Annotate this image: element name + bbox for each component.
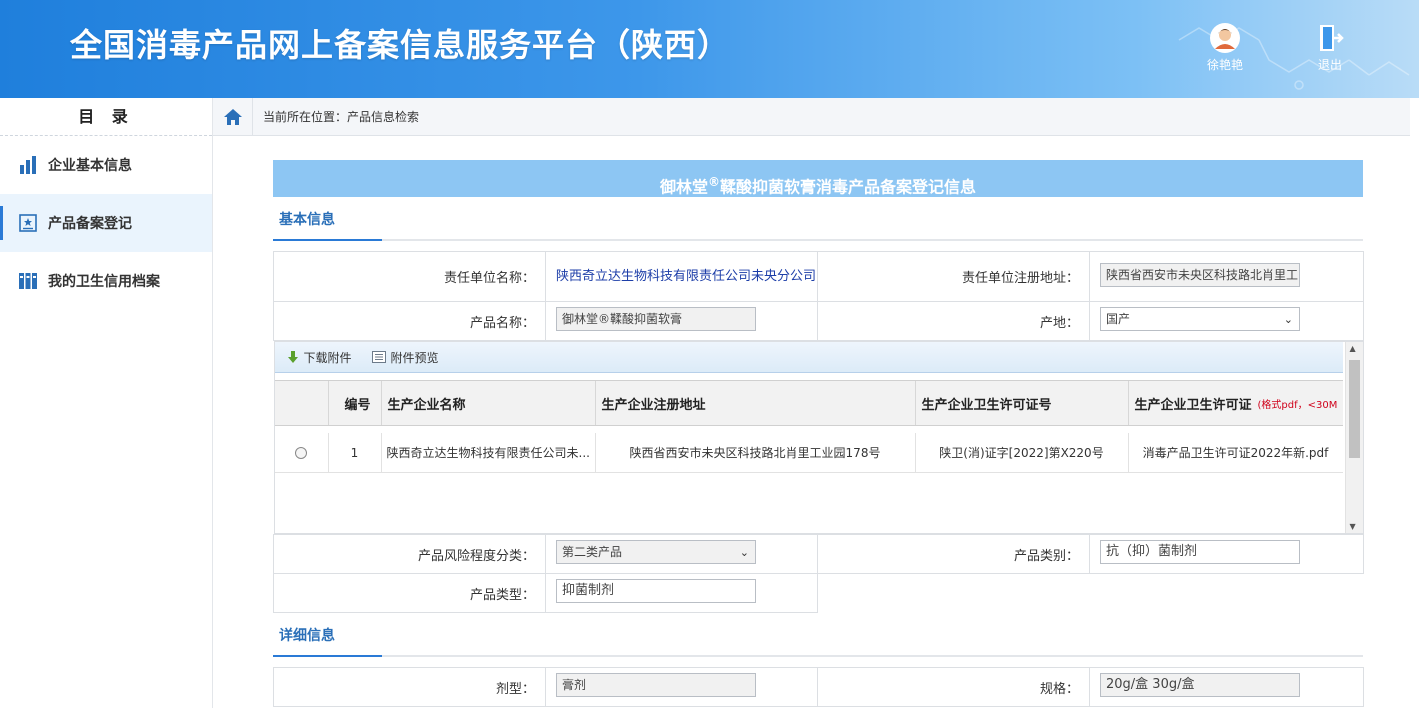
grid-header-no: 编号 bbox=[329, 381, 382, 425]
registered-mark: ® bbox=[708, 175, 720, 189]
category-cell: 抗（抑）菌制剂 bbox=[1089, 534, 1364, 574]
section-detail-info: 详细信息 bbox=[273, 613, 1363, 657]
origin-label: 产地： bbox=[817, 301, 1090, 341]
form-title-prefix: 御林堂 bbox=[659, 177, 708, 197]
chevron-down-icon: ⌄ bbox=[739, 546, 749, 559]
spec-label: 规格： bbox=[817, 667, 1090, 707]
risk-label: 产品风险程度分类： bbox=[273, 534, 546, 574]
home-icon bbox=[223, 108, 242, 125]
sidebar-item-product-registration[interactable]: 产品备案登记 bbox=[0, 194, 212, 252]
resp-addr-cell: 陕西省西安市未央区科技路北肖里工 bbox=[1089, 251, 1364, 302]
sidebar-title: 目 录 bbox=[0, 98, 212, 136]
row-no: 1 bbox=[329, 433, 382, 472]
resp-unit-label: 责任单位名称： bbox=[273, 251, 546, 302]
main-content: 御林堂®鞣酸抑菌软膏消毒产品备案登记信息 基本信息 责任单位名称： 陕西奇立达生… bbox=[273, 160, 1364, 707]
form-title-suffix: 鞣酸抑菌软膏消毒产品备案登记信息 bbox=[720, 177, 977, 197]
grid-container-cell: 下载附件 附件预览 编号 生产企业名称 生产企业注册地址 生产企业卫生许可证号 … bbox=[273, 341, 1364, 535]
product-name-cell: 御林堂®鞣酸抑菌软膏 bbox=[545, 301, 818, 341]
section-basic-info: 基本信息 bbox=[273, 197, 1363, 241]
row-license-file[interactable]: 消毒产品卫生许可证2022年新.pdf bbox=[1129, 433, 1343, 472]
sidebar-item-label: 产品备案登记 bbox=[48, 216, 132, 232]
download-attachment-button[interactable]: 下载附件 bbox=[287, 349, 352, 366]
scroll-down-icon[interactable]: ▼ bbox=[1350, 522, 1356, 531]
home-button[interactable] bbox=[213, 97, 253, 136]
resp-addr-field[interactable]: 陕西省西安市未央区科技路北肖里工 bbox=[1100, 262, 1300, 287]
spec-field[interactable]: 20g/盒 30g/盒 bbox=[1100, 673, 1300, 697]
sidebar-item-label: 企业基本信息 bbox=[48, 158, 132, 174]
building-chart-icon bbox=[20, 156, 36, 174]
empty-cell bbox=[817, 573, 1364, 613]
manufacturer-grid: 下载附件 附件预览 编号 生产企业名称 生产企业注册地址 生产企业卫生许可证号 … bbox=[273, 341, 1364, 534]
type-cell: 抑菌制剂 bbox=[545, 573, 818, 613]
resp-unit-value: 陕西奇立达生物科技有限责任公司未央分公司 bbox=[556, 268, 817, 284]
origin-select-value: 国产 bbox=[1106, 312, 1131, 326]
grid-header-name: 生产企业名称 bbox=[382, 381, 596, 425]
user-name: 徐艳艳 bbox=[1206, 58, 1243, 72]
row-radio[interactable] bbox=[295, 446, 307, 459]
type-field[interactable]: 抑菌制剂 bbox=[556, 579, 756, 603]
preview-label: 附件预览 bbox=[390, 350, 439, 365]
app-title: 全国消毒产品网上备案信息服务平台（陕西） bbox=[70, 26, 731, 64]
risk-cell: 第二类产品 ⌄ bbox=[545, 534, 818, 574]
origin-select[interactable]: 国产 ⌄ bbox=[1100, 307, 1300, 331]
row-license-no: 陕卫(消)证字[2022]第X220号 bbox=[916, 433, 1129, 472]
preview-attachment-button[interactable]: 附件预览 bbox=[371, 349, 439, 366]
breadcrumb: 当前所在位置：产品信息检索 bbox=[263, 110, 420, 124]
resp-addr-label: 责任单位注册地址： bbox=[817, 251, 1090, 302]
section-title: 基本信息 bbox=[279, 212, 335, 228]
risk-select-value: 第二类产品 bbox=[562, 545, 623, 559]
origin-cell: 国产 ⌄ bbox=[1089, 301, 1364, 341]
license-file-col-label: 生产企业卫生许可证 bbox=[1134, 397, 1252, 413]
file-format-note: (格式pdf，<30M bbox=[1257, 399, 1338, 411]
basic-info-table: 责任单位名称： 陕西奇立达生物科技有限责任公司未央分公司 责任单位注册地址： 陕… bbox=[273, 251, 1364, 613]
row-address: 陕西省西安市未央区科技路北肖里工业园178号 bbox=[596, 433, 916, 472]
app-header: 全国消毒产品网上备案信息服务平台（陕西） 徐艳艳 退出 bbox=[0, 0, 1419, 98]
resp-unit-cell: 陕西奇立达生物科技有限责任公司未央分公司 bbox=[545, 251, 818, 302]
product-name-label: 产品名称： bbox=[273, 301, 546, 341]
breadcrumb-bar: 当前所在位置：产品信息检索 bbox=[213, 97, 1410, 136]
grid-header: 编号 生产企业名称 生产企业注册地址 生产企业卫生许可证号 生产企业卫生许可证 (… bbox=[274, 380, 1343, 426]
table-row[interactable]: 1 陕西奇立达生物科技有限责任公司未... 陕西省西安市未央区科技路北肖里工业园… bbox=[274, 433, 1343, 473]
download-label: 下载附件 bbox=[303, 350, 352, 365]
scroll-up-icon[interactable]: ▲ bbox=[1350, 344, 1356, 353]
preview-doc-icon bbox=[371, 351, 386, 363]
user-profile-button[interactable]: 徐艳艳 bbox=[1200, 22, 1250, 73]
sidebar: 目 录 企业基本信息 产品备案登记 我的卫生信用档案 bbox=[0, 98, 213, 708]
form-title: 御林堂®鞣酸抑菌软膏消毒产品备案登记信息 bbox=[273, 160, 1363, 197]
grid-scrollbar[interactable]: ▲ ▼ bbox=[1344, 342, 1363, 533]
download-arrow-icon bbox=[287, 351, 298, 363]
row-company-name: 陕西奇立达生物科技有限责任公司未... bbox=[382, 433, 596, 472]
grid-toolbar: 下载附件 附件预览 bbox=[274, 342, 1343, 373]
risk-select[interactable]: 第二类产品 ⌄ bbox=[556, 540, 756, 564]
grid-header-address: 生产企业注册地址 bbox=[596, 381, 916, 425]
user-avatar-icon bbox=[1210, 23, 1240, 53]
logout-label: 退出 bbox=[1317, 58, 1342, 72]
product-name-field[interactable]: 御林堂®鞣酸抑菌软膏 bbox=[556, 307, 756, 331]
sidebar-item-credit-archive[interactable]: 我的卫生信用档案 bbox=[0, 252, 212, 310]
archive-binders-icon bbox=[19, 273, 37, 289]
detail-info-table: 剂型： 膏剂 规格： 20g/盒 30g/盒 bbox=[273, 667, 1364, 707]
dosage-field[interactable]: 膏剂 bbox=[556, 673, 756, 697]
logout-icon bbox=[1320, 25, 1344, 51]
section-title: 详细信息 bbox=[279, 628, 335, 644]
dosage-cell: 膏剂 bbox=[545, 667, 818, 707]
row-select-cell bbox=[275, 433, 329, 472]
grid-header-select bbox=[275, 381, 329, 425]
spec-cell: 20g/盒 30g/盒 bbox=[1089, 667, 1364, 707]
type-label: 产品类型： bbox=[273, 573, 546, 613]
chevron-down-icon: ⌄ bbox=[1283, 313, 1293, 326]
dosage-label: 剂型： bbox=[273, 667, 546, 707]
logout-button[interactable]: 退出 bbox=[1305, 22, 1355, 73]
registration-doc-icon bbox=[19, 214, 37, 232]
sidebar-item-company-info[interactable]: 企业基本信息 bbox=[0, 136, 212, 194]
category-label: 产品类别： bbox=[817, 534, 1090, 574]
scrollbar-thumb[interactable] bbox=[1348, 360, 1360, 458]
grid-header-license-file: 生产企业卫生许可证 (格式pdf，<30M bbox=[1129, 381, 1343, 425]
grid-header-license-no: 生产企业卫生许可证号 bbox=[916, 381, 1129, 425]
category-field[interactable]: 抗（抑）菌制剂 bbox=[1100, 540, 1300, 564]
sidebar-item-label: 我的卫生信用档案 bbox=[48, 274, 160, 290]
